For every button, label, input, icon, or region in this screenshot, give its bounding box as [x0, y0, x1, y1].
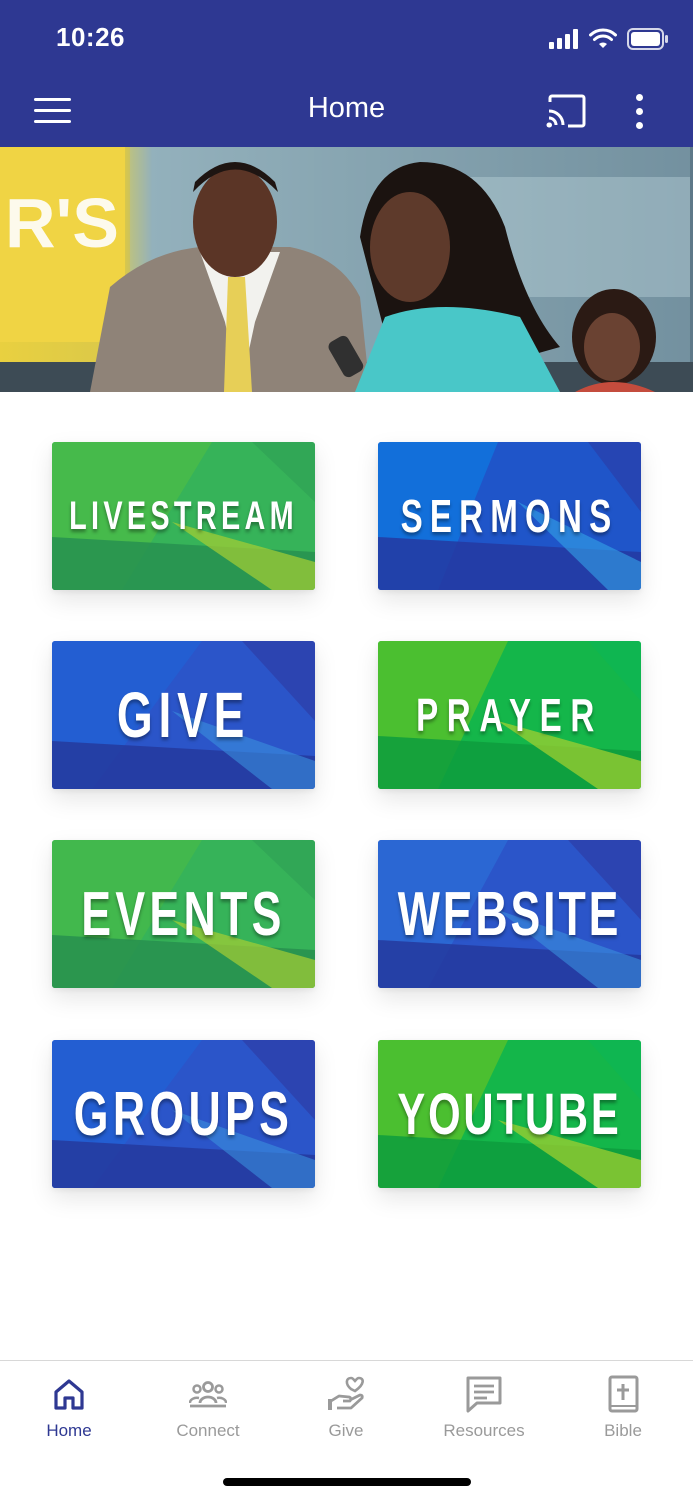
give-tile[interactable]: GIVE: [52, 641, 315, 789]
prayer-tile[interactable]: PRAYER: [378, 641, 641, 789]
nav-label: Connect: [176, 1421, 240, 1440]
bible-icon: [608, 1375, 639, 1413]
status-icons: [549, 26, 669, 52]
tile-label: YOUTUBE: [397, 1081, 622, 1147]
home-indicator: [223, 1478, 471, 1486]
signal-icon: [549, 29, 578, 49]
nav-give[interactable]: Give: [277, 1361, 415, 1457]
tile-label: WEBSITE: [397, 879, 622, 949]
nav-label: Give: [328, 1421, 364, 1440]
home-icon: [54, 1379, 84, 1410]
tile-label: EVENTS: [81, 879, 286, 949]
tile-label: GIVE: [116, 679, 251, 751]
people-icon: [189, 1381, 227, 1408]
top-app-bar: 10:26 Home: [0, 0, 693, 147]
battery-icon: [627, 28, 668, 50]
website-tile[interactable]: WEBSITE: [378, 840, 641, 988]
svg-text:R'S: R'S: [5, 184, 119, 262]
nav-label: Home: [46, 1421, 92, 1440]
message-icon: [466, 1376, 502, 1413]
nav-label: Bible: [604, 1421, 642, 1440]
hero-image: R'S: [0, 147, 693, 392]
more-options-icon[interactable]: [628, 92, 652, 130]
hero-photo: R'S: [0, 147, 693, 392]
cast-icon[interactable]: [546, 94, 586, 128]
page-title: Home: [307, 92, 386, 124]
nav-connect[interactable]: Connect: [139, 1361, 277, 1457]
tile-label: LIVESTREAM: [69, 493, 298, 538]
nav-label: Resources: [443, 1421, 525, 1440]
nav-bible[interactable]: Bible: [554, 1361, 692, 1457]
status-time: 10:26: [56, 22, 125, 52]
events-tile[interactable]: EVENTS: [52, 840, 315, 988]
groups-tile[interactable]: GROUPS: [52, 1040, 315, 1188]
tile-label: GROUPS: [73, 1079, 294, 1149]
livestream-tile[interactable]: LIVESTREAM: [52, 442, 315, 590]
nav-home[interactable]: Home: [0, 1361, 138, 1457]
tile-label: PRAYER: [416, 689, 603, 741]
sermons-tile[interactable]: SERMONS: [378, 442, 641, 590]
youtube-tile[interactable]: YOUTUBE: [378, 1040, 641, 1188]
nav-resources[interactable]: Resources: [415, 1361, 553, 1457]
wifi-icon: [589, 28, 617, 48]
tile-label: SERMONS: [400, 490, 619, 542]
heart-hand-icon: [328, 1376, 364, 1410]
